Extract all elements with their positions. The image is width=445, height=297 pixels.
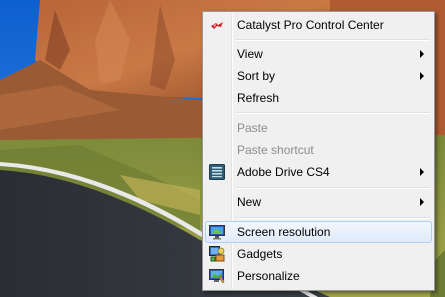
gadgets-icon xyxy=(209,246,225,262)
menu-item-paste[interactable]: Paste xyxy=(205,117,432,139)
menu-separator xyxy=(235,217,430,219)
menu-item-label: Gadgets xyxy=(237,247,283,261)
menu-item-label: Sort by xyxy=(237,69,276,83)
adobe-drive-icon xyxy=(209,164,225,180)
menu-item-personalize[interactable]: Personalize xyxy=(205,265,432,287)
menu-item-paste-shortcut[interactable]: Paste shortcut xyxy=(205,139,432,161)
menu-item-sort-by[interactable]: Sort by xyxy=(205,65,432,87)
menu-item-label: Screen resolution xyxy=(237,225,331,239)
menu-item-screen-resolution[interactable]: Screen resolution xyxy=(205,221,432,243)
screen-resolution-icon xyxy=(209,224,225,240)
menu-item-adobe-drive-cs4[interactable]: Adobe Drive CS4 xyxy=(205,161,432,183)
submenu-arrow-icon xyxy=(420,50,424,58)
submenu-arrow-icon xyxy=(420,198,424,206)
menu-item-label: Adobe Drive CS4 xyxy=(237,165,330,179)
submenu-arrow-icon xyxy=(420,72,424,80)
menu-item-label: Catalyst Pro Control Center xyxy=(237,18,384,32)
menu-item-catalyst-pro-control-center[interactable]: Catalyst Pro Control Center xyxy=(205,14,432,36)
menu-item-label: Refresh xyxy=(237,91,280,105)
personalize-icon xyxy=(209,268,225,284)
menu-item-gadgets[interactable]: Gadgets xyxy=(205,243,432,265)
catalyst-icon xyxy=(209,17,225,33)
menu-item-label: Personalize xyxy=(237,269,300,283)
menu-item-label: Paste shortcut xyxy=(237,143,314,157)
menu-item-refresh[interactable]: Refresh xyxy=(205,87,432,109)
menu-separator xyxy=(235,39,430,41)
submenu-arrow-icon xyxy=(420,168,424,176)
menu-item-label: Paste xyxy=(237,121,268,135)
menu-item-label: New xyxy=(237,195,262,209)
menu-item-new[interactable]: New xyxy=(205,191,432,213)
menu-separator xyxy=(235,112,430,114)
menu-item-view[interactable]: View xyxy=(205,43,432,65)
desktop-context-menu: Catalyst Pro Control Center View Sort by… xyxy=(202,11,435,291)
menu-separator xyxy=(235,187,430,189)
menu-item-label: View xyxy=(237,47,263,61)
